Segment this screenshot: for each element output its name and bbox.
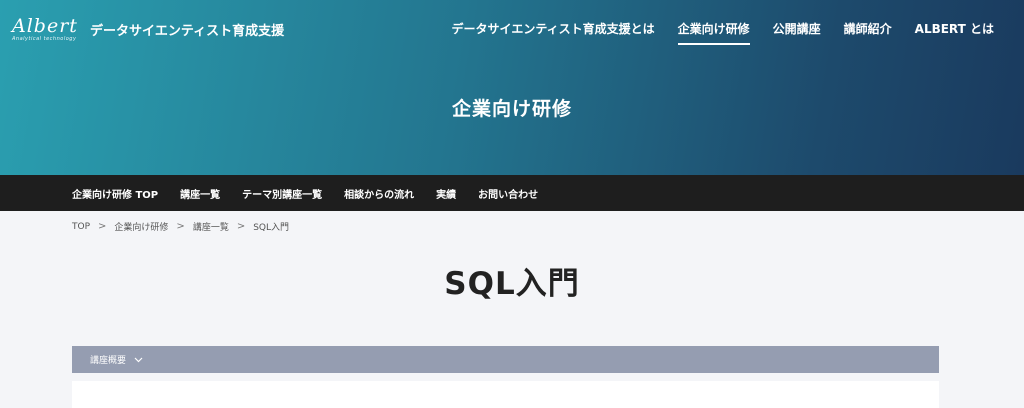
breadcrumb-item-corporate-training[interactable]: 企業向け研修 xyxy=(114,220,168,233)
nav-item-public-courses[interactable]: 公開講座 xyxy=(773,20,821,45)
hero-title: 企業向け研修 xyxy=(451,98,572,120)
course-content-panel xyxy=(72,381,939,408)
logo-tagline: Analytical technology xyxy=(12,36,77,42)
breadcrumb-separator: > xyxy=(236,221,246,232)
nav-item-corporate-training[interactable]: 企業向け研修 xyxy=(677,20,750,45)
page-title: SQL入門 xyxy=(444,266,580,302)
subnav-item-training-top[interactable]: 企業向け研修 TOP xyxy=(72,186,158,201)
sub-navigation: 企業向け研修 TOP 講座一覧 テーマ別講座一覧 相談からの流れ 実績 お問い合… xyxy=(0,175,1024,211)
breadcrumb-item-top[interactable]: TOP xyxy=(72,222,90,232)
subnav-item-course-list[interactable]: 講座一覧 xyxy=(180,186,220,201)
breadcrumb-item-current: SQL入門 xyxy=(253,223,290,233)
chevron-down-icon xyxy=(134,357,143,363)
subnav-item-contact[interactable]: お問い合わせ xyxy=(478,186,538,201)
breadcrumb: TOP > 企業向け研修 > 講座一覧 > SQL入門 xyxy=(72,220,289,233)
site-title[interactable]: データサイエンティスト育成支援 xyxy=(90,20,284,39)
breadcrumb-separator: > xyxy=(176,221,185,232)
subnav-item-theme-courses[interactable]: テーマ別講座一覧 xyxy=(242,186,322,201)
nav-item-about-albert[interactable]: ALBERT とは xyxy=(915,20,994,45)
breadcrumb-separator: > xyxy=(98,221,107,232)
top-navigation: データサイエンティスト育成支援とは 企業向け研修 公開講座 講師紹介 ALBER… xyxy=(451,20,994,45)
albert-logo[interactable]: Albert Analytical technology xyxy=(12,16,78,42)
hero-header: Albert Analytical technology データサイエンティスト… xyxy=(0,0,1024,175)
course-overview-toggle[interactable]: 講座概要 xyxy=(72,346,939,373)
breadcrumb-item-course-list[interactable]: 講座一覧 xyxy=(193,220,229,233)
logo-wordmark: Albert xyxy=(12,15,78,37)
subnav-item-achievements[interactable]: 実績 xyxy=(436,186,456,201)
nav-item-about-training[interactable]: データサイエンティスト育成支援とは xyxy=(451,20,654,45)
course-overview-label: 講座概要 xyxy=(90,356,127,366)
nav-item-instructors[interactable]: 講師紹介 xyxy=(844,20,892,45)
subnav-item-consultation-flow[interactable]: 相談からの流れ xyxy=(344,186,414,201)
